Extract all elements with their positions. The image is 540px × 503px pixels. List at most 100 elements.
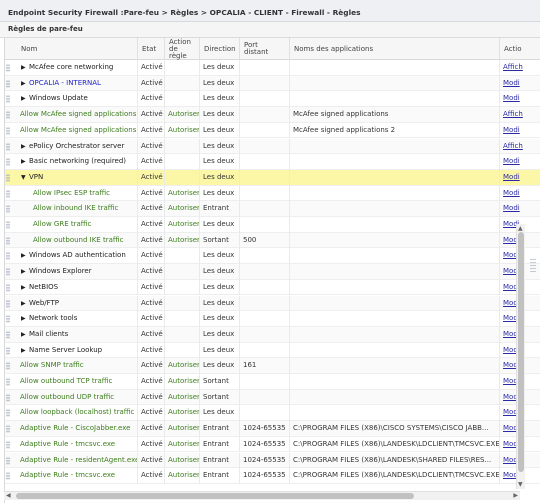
table-row-selected[interactable]: ▼ VPN Activé Les deux Modi bbox=[5, 169, 540, 186]
expand-arrow-icon[interactable]: ▶ bbox=[21, 60, 29, 76]
cell-apps bbox=[289, 248, 499, 265]
table-row[interactable]: Allow McAfee signed applications Activé Au… bbox=[5, 107, 540, 123]
row-action-link[interactable]: Modi bbox=[503, 189, 520, 197]
expand-arrow-icon[interactable]: ▶ bbox=[21, 154, 29, 170]
port-value: 1024-65535 bbox=[243, 439, 286, 448]
collapse-arrow-icon[interactable]: ▼ bbox=[21, 170, 29, 186]
cell-name: ▶ McAfee core networking bbox=[5, 60, 137, 76]
expand-arrow-icon[interactable]: ▶ bbox=[21, 248, 29, 264]
horizontal-scroll-thumb[interactable] bbox=[16, 493, 414, 499]
vertical-scrollbar[interactable]: ▲ ▼ bbox=[516, 224, 525, 489]
expand-arrow-icon[interactable]: ▶ bbox=[21, 91, 29, 107]
table-row[interactable]: Adaptive Rule - tmcsvc.exe Activé Autorise… bbox=[5, 468, 540, 484]
expand-arrow-icon[interactable]: ▶ bbox=[21, 280, 29, 296]
scroll-right-icon[interactable]: ▶ bbox=[513, 492, 518, 499]
cell-direction: Entrant bbox=[199, 452, 239, 469]
table-row[interactable]: Allow outbound IKE traffic Activé Autorise… bbox=[5, 232, 540, 249]
table-row[interactable]: Adaptive Rule - CiscoJabber.exe Activé Aut… bbox=[5, 421, 540, 437]
row-action-link[interactable]: Modi bbox=[503, 79, 520, 87]
row-action-link[interactable]: Modi bbox=[503, 126, 520, 134]
direction-value: Les deux bbox=[203, 157, 235, 166]
column-header-apps[interactable]: Noms des applications bbox=[289, 38, 499, 60]
table-row[interactable]: Adaptive Rule - tmcsvc.exe Activé Autorise… bbox=[5, 436, 540, 453]
column-header-name[interactable]: Nom bbox=[5, 38, 137, 60]
scroll-left-icon[interactable]: ◀ bbox=[6, 492, 11, 499]
cell-apps bbox=[289, 295, 499, 312]
row-action-link[interactable]: Modi bbox=[503, 204, 520, 212]
table-row[interactable]: ▶ McAfee core networking Activé Les deux Aff… bbox=[5, 60, 540, 76]
direction-value: Les deux bbox=[203, 110, 235, 119]
rule-name: ePolicy Orchestrator server bbox=[29, 141, 125, 150]
table-row[interactable]: Allow loopback (localhost) traffic Activé… bbox=[5, 405, 540, 422]
cell-state: Activé bbox=[137, 295, 164, 312]
cell-action: Autoriser bbox=[164, 374, 199, 390]
title-bar: Endpoint Security Firewall :Pare-feu > R… bbox=[0, 0, 540, 22]
cell-port: 1024-65535 bbox=[239, 468, 289, 484]
table-row[interactable]: ▶ Basic networking (required) Activé Les de… bbox=[5, 154, 540, 170]
expand-arrow-icon[interactable]: ▶ bbox=[21, 264, 29, 280]
expand-arrow-icon[interactable]: ▶ bbox=[21, 343, 29, 359]
row-action-link[interactable]: Affich bbox=[503, 142, 523, 150]
scroll-up-icon[interactable]: ▲ bbox=[518, 225, 523, 232]
expand-arrow-icon[interactable]: ▶ bbox=[21, 327, 29, 343]
table-row[interactable]: ▶ Web/FTP Activé Les deux Modi bbox=[5, 295, 540, 312]
row-action-link[interactable]: Modi bbox=[503, 157, 520, 165]
state-value: Activé bbox=[141, 94, 163, 103]
expand-arrow-icon[interactable]: ▶ bbox=[21, 139, 29, 155]
rule-name: Adaptive Rule - tmcsvc.exe bbox=[20, 471, 116, 480]
row-action-link[interactable]: Modi bbox=[503, 94, 520, 102]
table-row[interactable]: ▶ ePolicy Orchestrator server Activé Les de… bbox=[5, 138, 540, 155]
panel-resize-grip-icon[interactable] bbox=[530, 258, 536, 272]
cell-actions: Affich bbox=[499, 138, 540, 155]
row-action-link[interactable]: Affich bbox=[503, 63, 523, 71]
column-header-direction[interactable]: Direction bbox=[199, 38, 239, 60]
rule-name: Allow IPsec ESP traffic bbox=[33, 188, 110, 197]
column-header-remote-port[interactable]: Port distant bbox=[239, 38, 289, 60]
column-header-action[interactable]: Action de règle bbox=[164, 38, 199, 60]
rule-name: VPN bbox=[29, 172, 44, 181]
table-row[interactable]: Allow McAfee signed applications 2 Activé… bbox=[5, 122, 540, 139]
cell-action: Autoriser bbox=[164, 107, 199, 123]
expand-arrow-icon[interactable]: ▶ bbox=[21, 296, 29, 312]
expand-arrow-icon[interactable]: ▶ bbox=[21, 311, 29, 327]
cell-name: Adaptive Rule - residentAgent.exe bbox=[5, 453, 137, 469]
rule-name: Allow outbound IKE traffic bbox=[33, 235, 124, 244]
cell-action bbox=[164, 326, 199, 343]
column-header-actions[interactable]: Actio bbox=[499, 38, 540, 60]
table-row[interactable]: ▶ OPCALIA - INTERNAL Activé Les deux Modi bbox=[5, 75, 540, 92]
cell-direction: Les deux bbox=[199, 91, 239, 108]
cell-name: Allow inbound IKE traffic bbox=[5, 201, 137, 217]
row-action-link[interactable]: Modi bbox=[503, 173, 520, 181]
table-row[interactable]: ▶ Windows Update Activé Les deux Modi bbox=[5, 91, 540, 108]
table-row[interactable]: ▶ Windows Explorer Activé Les deux Modi bbox=[5, 264, 540, 280]
direction-value: Les deux bbox=[203, 78, 235, 87]
cell-name: ▶ ePolicy Orchestrator server bbox=[5, 139, 137, 155]
table-row[interactable]: ▶ Name Server Lookup Activé Les deux Modi bbox=[5, 342, 540, 359]
table-row[interactable]: ▶ Mail clients Activé Les deux Modi bbox=[5, 326, 540, 343]
table-row[interactable]: Adaptive Rule - residentAgent.exe Activé A… bbox=[5, 452, 540, 469]
action-value: Autoriser bbox=[168, 455, 199, 464]
vertical-scroll-thumb[interactable] bbox=[518, 232, 524, 472]
table-row[interactable]: ▶ NetBIOS Activé Les deux Modi bbox=[5, 279, 540, 296]
table-row[interactable]: Allow SNMP traffic Activé Autoriser Les deu… bbox=[5, 358, 540, 374]
table-row[interactable]: Allow GRE traffic Activé Autoriser Les deux… bbox=[5, 217, 540, 233]
state-value: Activé bbox=[141, 157, 163, 166]
cell-actions: Modi bbox=[499, 91, 540, 108]
table-row[interactable]: ▶ Windows AD authentication Activé Les deux… bbox=[5, 248, 540, 265]
table-row[interactable]: Allow outbound UDP traffic Activé Autorise… bbox=[5, 389, 540, 406]
table-row[interactable]: ▶ Network tools Activé Les deux Modi bbox=[5, 311, 540, 327]
table-row[interactable]: Allow inbound IKE traffic Activé Autoriser… bbox=[5, 201, 540, 217]
column-header-state[interactable]: Etat bbox=[137, 38, 164, 60]
row-action-link[interactable]: Affich bbox=[503, 110, 523, 118]
horizontal-scrollbar[interactable]: ◀ ▶ bbox=[4, 491, 520, 500]
table-row[interactable]: Allow IPsec ESP traffic Activé Autoriser Le… bbox=[5, 185, 540, 202]
cell-apps bbox=[289, 232, 499, 249]
cell-apps bbox=[289, 358, 499, 374]
cell-apps: C:\PROGRAM FILES (X86)\LANDESK\LDCLIENT\… bbox=[289, 468, 499, 484]
scroll-down-icon[interactable]: ▼ bbox=[518, 481, 523, 488]
table-row[interactable]: Allow outbound TCP traffic Activé Autorise… bbox=[5, 374, 540, 390]
rule-name: OPCALIA - INTERNAL bbox=[29, 78, 101, 87]
expand-arrow-icon[interactable]: ▶ bbox=[21, 76, 29, 92]
section-title: Règles de pare-feu bbox=[8, 25, 83, 33]
state-value: Activé bbox=[141, 298, 163, 307]
